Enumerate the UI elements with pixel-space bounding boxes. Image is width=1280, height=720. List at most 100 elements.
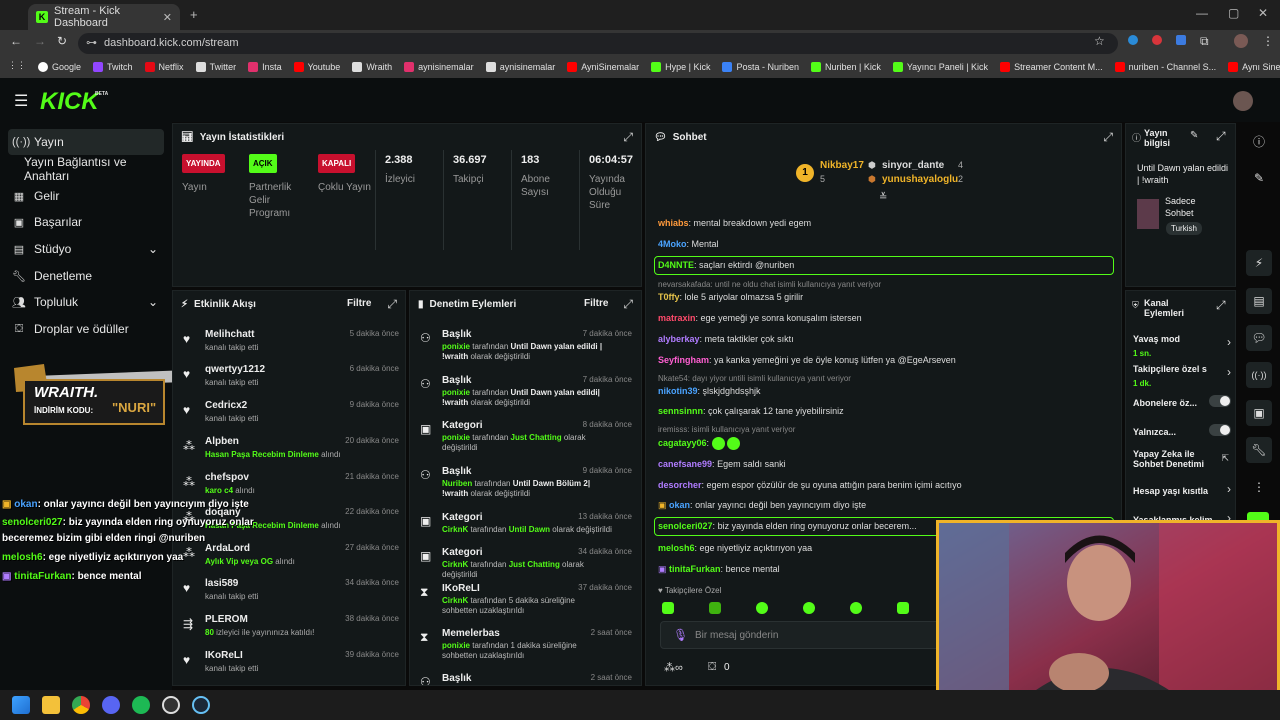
extensions-puzzle-icon[interactable]: ⧉ <box>1200 34 1209 49</box>
emote-only-toggle[interactable]: Yalnızca... <box>1133 424 1231 438</box>
apps-grid-icon[interactable]: ⋮⋮ <box>8 60 26 71</box>
emote-icon[interactable] <box>756 602 768 614</box>
bookmark-item[interactable]: Twitter <box>195 62 236 72</box>
channel-points-icon[interactable]: ⁂∞ <box>664 661 683 674</box>
bookmark-item[interactable]: Yayıncı Paneli | Kick <box>892 62 988 72</box>
window-close-icon[interactable]: ✕ <box>1258 6 1268 20</box>
back-icon[interactable]: ← <box>10 34 22 48</box>
close-tab-icon[interactable]: ✕ <box>163 11 172 24</box>
kick-logo[interactable]: KICK <box>40 88 99 116</box>
more-icon[interactable]: ⋮ <box>1246 474 1272 500</box>
new-tab-icon[interactable]: + <box>190 7 198 22</box>
expand-icon[interactable]: ⤢ <box>1103 130 1113 145</box>
bookmark-item[interactable]: Hype | Kick <box>651 62 710 72</box>
bookmark-item[interactable]: Posta - Nuriben <box>722 62 799 72</box>
bookmark-item[interactable]: Streamer Content M... <box>1000 62 1103 72</box>
sidebar-item-basarilar[interactable]: ▣ Başarılar <box>8 209 164 235</box>
gifter-name: yunushayaloglu <box>882 174 959 185</box>
sidebar-item-stream-key[interactable]: Yayın Bağlantısı ve Anahtarı <box>8 155 164 183</box>
subscriber-badge-icon: ▣ <box>658 500 667 510</box>
microphone-icon[interactable]: 🎙︎ <box>673 628 688 642</box>
bookmark-item[interactable]: Netflix <box>144 62 184 72</box>
bookmark-star-icon[interactable]: ☆ <box>1094 34 1105 48</box>
gift-icon[interactable]: ⛋ <box>708 661 716 674</box>
expand-icon[interactable]: ⤢ <box>387 297 397 312</box>
bookmark-item[interactable]: Wraith <box>352 62 392 72</box>
sidebar-item-studyo[interactable]: ▤ Stüdyo ⌄ <box>8 236 164 262</box>
extension-icon[interactable] <box>1152 35 1162 45</box>
windows-taskbar <box>0 690 1280 720</box>
expand-icon[interactable]: ⤢ <box>623 297 633 312</box>
spotify-icon[interactable] <box>132 696 150 714</box>
windows-start-icon[interactable] <box>12 696 30 714</box>
info-icon[interactable]: ⓘ <box>1246 128 1272 154</box>
extension-icon[interactable] <box>1128 35 1138 45</box>
collapse-leaderboard-icon[interactable]: ≚ <box>879 192 887 203</box>
forward-icon[interactable]: → <box>34 34 46 48</box>
external-link-icon: ⇱ <box>1221 453 1229 463</box>
url-input[interactable]: ⊶ dashboard.kick.com/stream <box>78 33 1118 54</box>
bookmark-item[interactable]: Twitch <box>93 62 133 72</box>
file-explorer-icon[interactable] <box>42 696 60 714</box>
chat-bubble-icon[interactable]: 💬︎ <box>1246 325 1272 351</box>
minimize-icon[interactable]: — <box>1196 6 1208 20</box>
subscribers-only-toggle[interactable]: Abonelere öz... <box>1133 395 1231 409</box>
sidebar-item-gelir[interactable]: ▦ Gelir <box>8 183 164 209</box>
activity-item: ⁂ ArdaLord Aylık Vip veya OG alındı 27 daki… <box>183 543 399 566</box>
lightning-icon[interactable]: ⚡︎ <box>1246 250 1272 276</box>
emote-icon[interactable] <box>803 602 815 614</box>
obs-icon[interactable] <box>162 696 180 714</box>
user-avatar[interactable] <box>1233 91 1253 111</box>
browser-menu-icon[interactable]: ⋮ <box>1262 34 1274 48</box>
bookmark-item[interactable]: nuriben - Channel S... <box>1114 62 1216 72</box>
chrome-icon[interactable] <box>72 696 90 714</box>
chat-message: T0ffy: lole 5 ariyolar olmazsa 5 girilir <box>658 292 804 302</box>
profile-avatar[interactable] <box>1234 34 1248 48</box>
browser-tab[interactable]: K Stream - Kick Dashboard ✕ <box>28 4 180 30</box>
sidebar-item-topluluk[interactable]: 👥︎ Topluluk ⌄ <box>8 289 164 315</box>
sidebar-item-denetleme[interactable]: 🔧︎ Denetleme <box>8 263 164 289</box>
hamburger-menu-icon[interactable]: ☰ <box>14 91 28 111</box>
maximize-icon[interactable]: ▢ <box>1228 6 1239 20</box>
bookmark-item[interactable]: AyniSinemalar <box>567 62 639 72</box>
wrench-icon[interactable]: 🔧︎ <box>1246 437 1272 463</box>
bookmark-item[interactable]: aynisinemalar <box>404 62 474 72</box>
expand-icon[interactable]: ⤢ <box>623 130 633 145</box>
broadcast-icon[interactable]: ((·)) <box>1246 362 1272 388</box>
steam-icon[interactable] <box>192 696 210 714</box>
site-info-icon[interactable]: ⊶ <box>86 33 97 54</box>
emote-icon[interactable] <box>897 602 909 614</box>
discord-icon[interactable] <box>102 696 120 714</box>
slow-mode-toggle[interactable]: Yavaş mod 1 sn. › <box>1133 331 1231 358</box>
extension-icon[interactable] <box>1176 35 1186 45</box>
emote-icon[interactable] <box>662 602 674 614</box>
filter-button[interactable]: Filtre <box>584 298 608 309</box>
filter-button[interactable]: Filtre <box>347 298 371 309</box>
account-age-restriction[interactable]: Hesap yaşı kısıtla › <box>1133 482 1231 497</box>
sidebar-item-droplar[interactable]: ⛋ Droplar ve ödüller <box>8 316 164 342</box>
followers-only-toggle[interactable]: Takipçilere özel s 1 dk. › <box>1133 361 1231 388</box>
window-icon[interactable]: ▣ <box>1246 400 1272 426</box>
bookmark-item[interactable]: Google <box>38 62 81 72</box>
ai-moderation-link[interactable]: Yapay Zeka ile Sohbet Denetimi ⇱ <box>1133 449 1231 475</box>
sidebar-item-yayin[interactable]: ((·)) Yayın <box>8 129 164 155</box>
info-icon: ⓘ <box>1132 133 1142 143</box>
bookmark-item[interactable]: Insta <box>248 62 282 72</box>
bookmark-item[interactable]: Youtube <box>293 62 340 72</box>
wrench-icon: 🔧︎ <box>12 270 26 283</box>
emote-bar <box>662 602 922 616</box>
reload-icon[interactable]: ↻ <box>57 34 67 48</box>
expand-icon[interactable]: ⤢ <box>1216 129 1226 144</box>
emote-icon[interactable] <box>709 602 721 614</box>
expand-icon[interactable]: ⤢ <box>1216 298 1226 313</box>
bookmark-item[interactable]: Nuriben | Kick <box>810 62 881 72</box>
document-icon[interactable]: ▤ <box>1246 288 1272 314</box>
edit-icon[interactable]: ✎ <box>1246 165 1272 191</box>
bookmark-item[interactable]: aynisinemalar <box>485 62 555 72</box>
edit-icon[interactable]: ✎ <box>1190 130 1198 141</box>
activity-item: ♥ IKoReLI kanalı takip etti 39 dakika önce <box>183 650 399 673</box>
stream-info-panel: Yayın bilgisi ⓘ ✎ ⤢ Until Dawn yalan edi… <box>1125 123 1236 287</box>
tab-title: Stream - Kick Dashboard <box>54 5 121 29</box>
emote-icon[interactable] <box>850 602 862 614</box>
bookmark-item[interactable]: Aynı Sinemalar - Ça... <box>1228 62 1280 72</box>
